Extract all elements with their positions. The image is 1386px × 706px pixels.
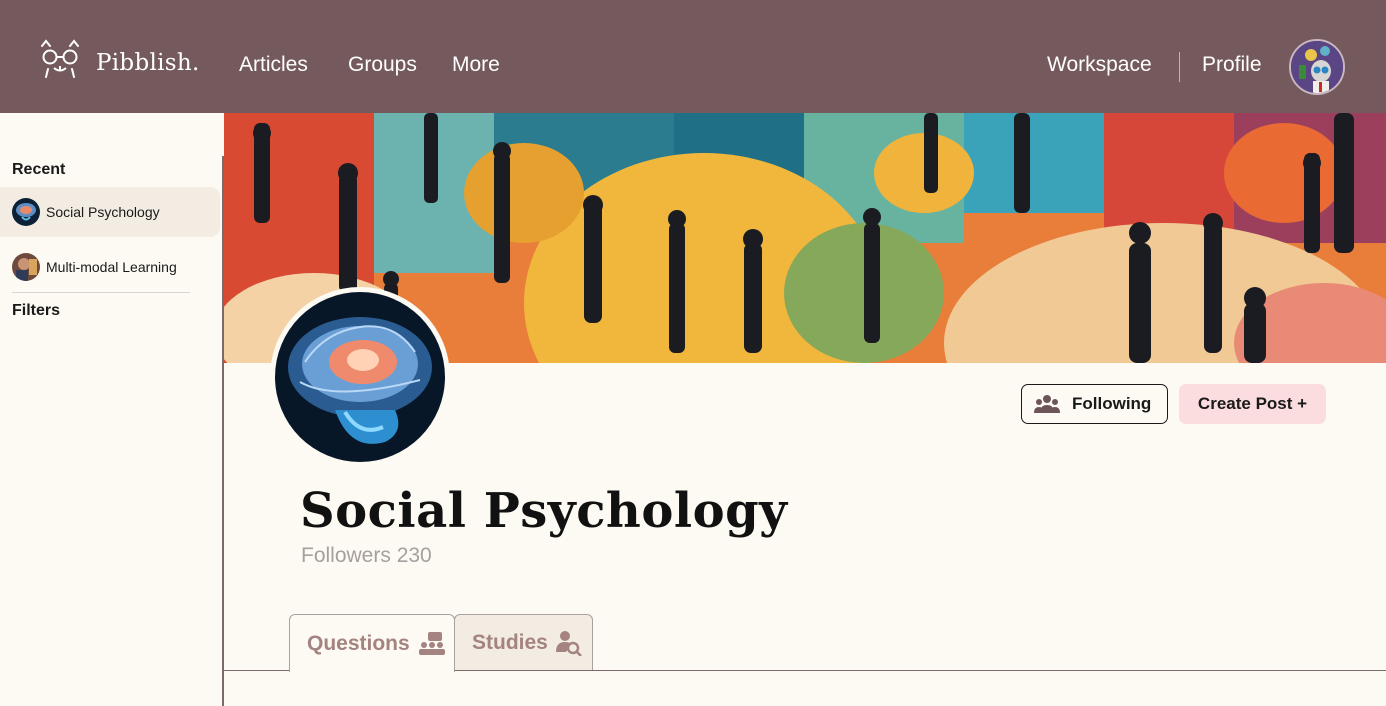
multi-modal-learning-thumbnail	[12, 253, 40, 281]
social-psychology-thumbnail	[12, 198, 40, 226]
people-icon	[1034, 395, 1060, 413]
tab-label: Questions	[307, 631, 410, 655]
tab-studies[interactable]: Studies	[454, 614, 593, 671]
user-avatar-image	[1291, 41, 1343, 93]
nav-workspace[interactable]: Workspace	[1047, 53, 1152, 77]
following-button-label: Following	[1072, 394, 1152, 413]
create-post-button[interactable]: Create Post +	[1179, 384, 1326, 424]
sidebar-item-multi-modal-learning[interactable]: Multi-modal Learning	[0, 242, 220, 292]
followers-count: Followers 230	[301, 544, 432, 567]
group-avatar	[270, 287, 450, 467]
brain-image	[275, 292, 445, 462]
person-search-icon	[555, 630, 582, 656]
pibblish-logo-icon	[41, 39, 79, 78]
group-title: Social Psychology	[300, 483, 788, 539]
top-navigation-bar: Pibblish. Articles Groups More Workspace…	[0, 0, 1386, 113]
tab-label: Studies	[472, 631, 548, 654]
sidebar-item-label: Social Psychology	[46, 204, 160, 220]
sidebar-item-social-psychology[interactable]: Social Psychology	[0, 187, 220, 237]
logo-text: Pibblish.	[96, 50, 200, 76]
following-button[interactable]: Following	[1021, 384, 1168, 424]
sidebar-recent-heading: Recent	[12, 161, 66, 178]
discussion-group-icon	[418, 631, 446, 656]
nav-profile[interactable]: Profile	[1202, 53, 1262, 77]
nav-divider	[1179, 52, 1180, 82]
nav-more[interactable]: More	[452, 53, 500, 77]
sidebar-divider	[12, 292, 190, 293]
user-avatar[interactable]	[1289, 39, 1345, 95]
logo[interactable]: Pibblish.	[38, 36, 200, 80]
sidebar-filters-heading[interactable]: Filters	[12, 302, 60, 320]
nav-groups[interactable]: Groups	[348, 53, 417, 77]
create-post-button-label: Create Post +	[1197, 394, 1308, 413]
sidebar-item-label: Multi-modal Learning	[46, 259, 177, 275]
nav-articles[interactable]: Articles	[239, 53, 308, 77]
tab-questions[interactable]: Questions	[289, 614, 455, 672]
